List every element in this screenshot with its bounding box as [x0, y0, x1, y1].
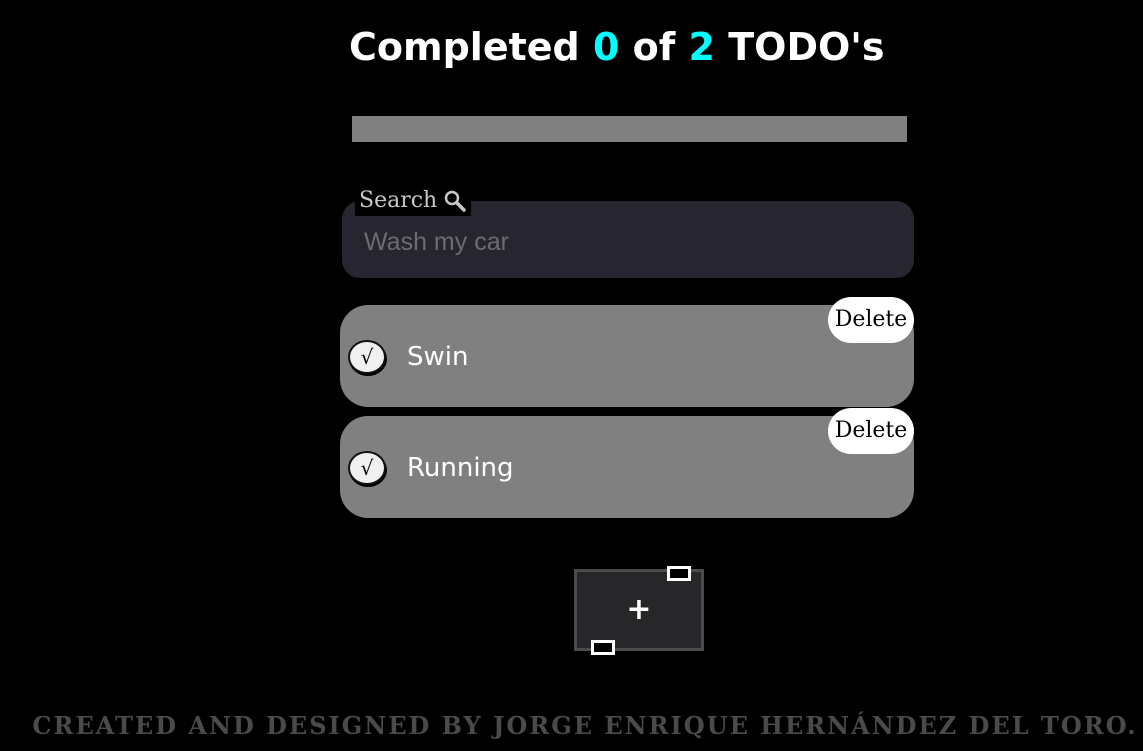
todo-text: Swin — [407, 342, 469, 372]
search-label-text: Search — [359, 188, 438, 213]
completed-count: 0 — [592, 25, 620, 69]
title-prefix: Completed — [349, 25, 580, 69]
footer-credit: CREATED AND DESIGNED BY JORGE ENRIQUE HE… — [32, 711, 1138, 740]
todo-item: √ Swin Delete — [340, 297, 914, 407]
plus-icon: + — [626, 592, 652, 627]
delete-button[interactable]: Delete — [828, 297, 914, 343]
todo-text: Running — [407, 453, 514, 483]
todo-item: √ Running Delete — [340, 408, 914, 518]
corner-decoration — [591, 640, 615, 655]
title-suffix: TODO's — [728, 25, 885, 69]
total-count: 2 — [688, 25, 715, 69]
complete-check-icon[interactable]: √ — [348, 340, 386, 374]
search-icon — [443, 189, 467, 213]
title-middle: of — [632, 25, 676, 69]
add-todo-button[interactable]: + — [574, 566, 704, 655]
page-title: Completed 0 of 2 TODO's — [349, 22, 909, 72]
search-input[interactable] — [362, 221, 886, 263]
delete-button[interactable]: Delete — [828, 408, 914, 454]
progress-bar — [352, 116, 907, 142]
complete-check-icon[interactable]: √ — [348, 451, 386, 485]
search-label: Search — [355, 186, 472, 216]
corner-decoration — [667, 566, 691, 581]
